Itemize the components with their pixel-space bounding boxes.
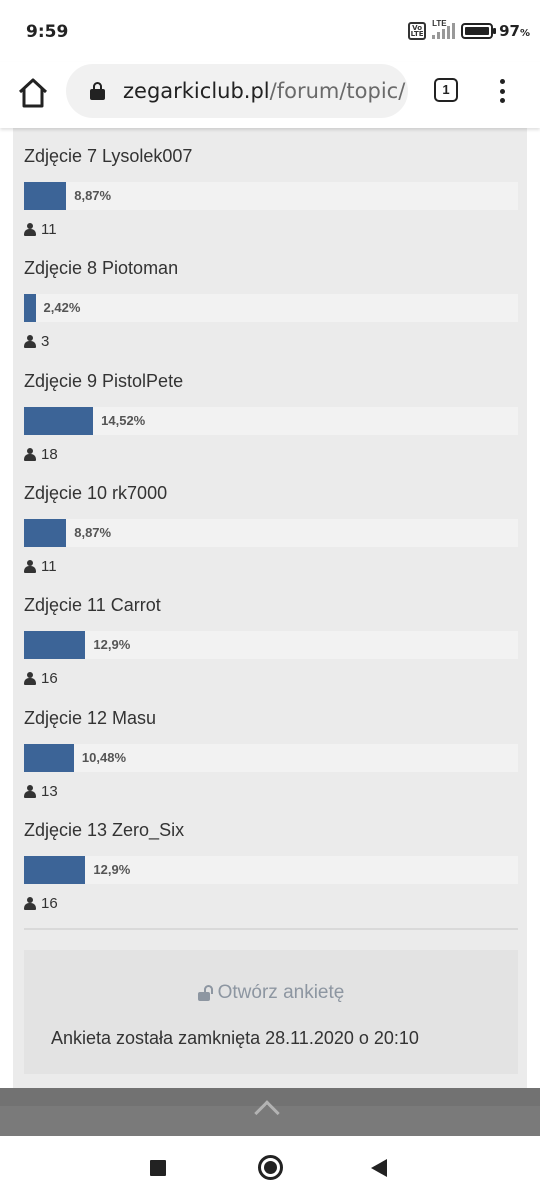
percent-label: 2,42%	[43, 300, 81, 316]
more-vert-icon[interactable]	[492, 76, 512, 106]
user-icon	[24, 672, 36, 686]
status-bar: 9:59 Vo LTE LTE 97%	[0, 0, 540, 62]
voter-count-value: 11	[41, 557, 57, 575]
home-circle-icon[interactable]	[258, 1155, 283, 1180]
voter-count[interactable]: 3	[24, 333, 49, 350]
choice-title: Zdjęcie 11 Carrot	[24, 595, 161, 616]
voter-count[interactable]: 11	[24, 558, 57, 575]
percent-label: 12,9%	[93, 861, 131, 877]
open-poll-link[interactable]: Otwórz ankietę	[24, 982, 518, 1004]
progress-bar	[24, 743, 74, 772]
choice-title: Zdjęcie 9 PistolPete	[24, 370, 184, 391]
progress-track	[24, 406, 518, 435]
voter-count[interactable]: 11	[24, 221, 57, 238]
progress-bar	[24, 855, 86, 884]
lock-icon	[90, 82, 105, 100]
user-icon	[24, 223, 36, 236]
poll-footer: Otwórz ankietę Ankieta została zamknięta…	[24, 950, 518, 1074]
divider	[24, 928, 518, 930]
progress-bar	[24, 294, 36, 323]
progress-bar	[24, 518, 67, 547]
user-icon	[24, 896, 36, 910]
progress-bar	[24, 631, 86, 660]
tabs-icon[interactable]: 1	[434, 78, 458, 102]
poll-choice: Zdjęcie 8 Piotoman 2,42% 3	[24, 258, 518, 370]
percent-label: 8,87%	[74, 524, 112, 540]
poll-choice: Zdjęcie 12 Masu 10,48% 13	[24, 708, 518, 820]
poll-choice: Zdjęcie 9 PistolPete 14,52% 18	[24, 371, 518, 483]
poll-results: Zdjęcie 7 Lysolek007 8,87% 11 Zdjęcie 8 Pio…	[24, 146, 518, 926]
address-bar[interactable]: zegarkiclub.pl/forum/topic/	[66, 64, 408, 118]
choice-title: Zdjęcie 10 rk7000	[24, 482, 168, 503]
percent-label: 10,48%	[81, 749, 126, 765]
home-icon[interactable]	[16, 76, 50, 110]
browser-toolbar: zegarkiclub.pl/forum/topic/ 1	[0, 62, 540, 128]
voter-count[interactable]: 16	[24, 895, 58, 912]
network-type: LTE	[432, 19, 447, 28]
voter-count-value: 3	[41, 333, 50, 351]
progress-bar	[24, 406, 94, 435]
back-triangle-icon[interactable]	[371, 1159, 387, 1177]
voter-count-value: 11	[41, 221, 57, 238]
open-poll-label: Otwórz ankietę	[217, 982, 345, 1003]
voter-count-value: 16	[41, 894, 58, 912]
voter-count-value: 16	[41, 670, 58, 688]
percent-label: 12,9%	[93, 637, 131, 653]
user-icon	[24, 335, 36, 349]
poll-choice: Zdjęcie 11 Carrot 12,9% 16	[24, 595, 518, 707]
percent-label: 8,87%	[74, 188, 112, 203]
voter-count-value: 13	[41, 782, 58, 800]
poll-choice: Zdjęcie 7 Lysolek007 8,87% 11	[24, 146, 518, 258]
user-icon	[24, 559, 36, 573]
unlock-icon	[197, 985, 213, 1001]
choice-title: Zdjęcie 13 Zero_Six	[24, 819, 185, 840]
progress-bar	[24, 182, 67, 210]
voter-count-value: 18	[41, 445, 58, 463]
system-nav-bar	[0, 1136, 540, 1200]
status-time: 9:59	[26, 22, 69, 42]
percent-label: 14,52%	[101, 412, 146, 428]
status-icons: Vo LTE LTE 97%	[408, 19, 530, 40]
battery-level: 97%	[499, 22, 530, 40]
poll-closed-text: Ankieta została zamknięta 28.11.2020 o 2…	[51, 1028, 419, 1048]
voter-count[interactable]: 18	[24, 446, 58, 463]
choice-title: Zdjęcie 8 Piotoman	[24, 258, 179, 279]
choice-title: Zdjęcie 12 Masu	[24, 707, 157, 728]
battery-icon	[461, 23, 497, 39]
poll-choice: Zdjęcie 10 rk7000 8,87% 11	[24, 483, 518, 595]
voter-count[interactable]: 16	[24, 670, 58, 687]
voter-count[interactable]: 13	[24, 783, 58, 800]
volte-icon: Vo LTE	[408, 22, 427, 40]
url-text: zegarkiclub.pl/forum/topic/	[123, 79, 406, 103]
back-to-top-bar[interactable]	[0, 1088, 540, 1136]
choice-title: Zdjęcie 7 Lysolek007	[24, 146, 193, 166]
recents-icon[interactable]	[150, 1160, 166, 1176]
signal-icon: LTE	[432, 19, 456, 39]
user-icon	[24, 784, 36, 798]
progress-track	[24, 294, 518, 323]
poll-choice: Zdjęcie 13 Zero_Six 12,9% 16	[24, 820, 518, 932]
user-icon	[24, 447, 36, 461]
